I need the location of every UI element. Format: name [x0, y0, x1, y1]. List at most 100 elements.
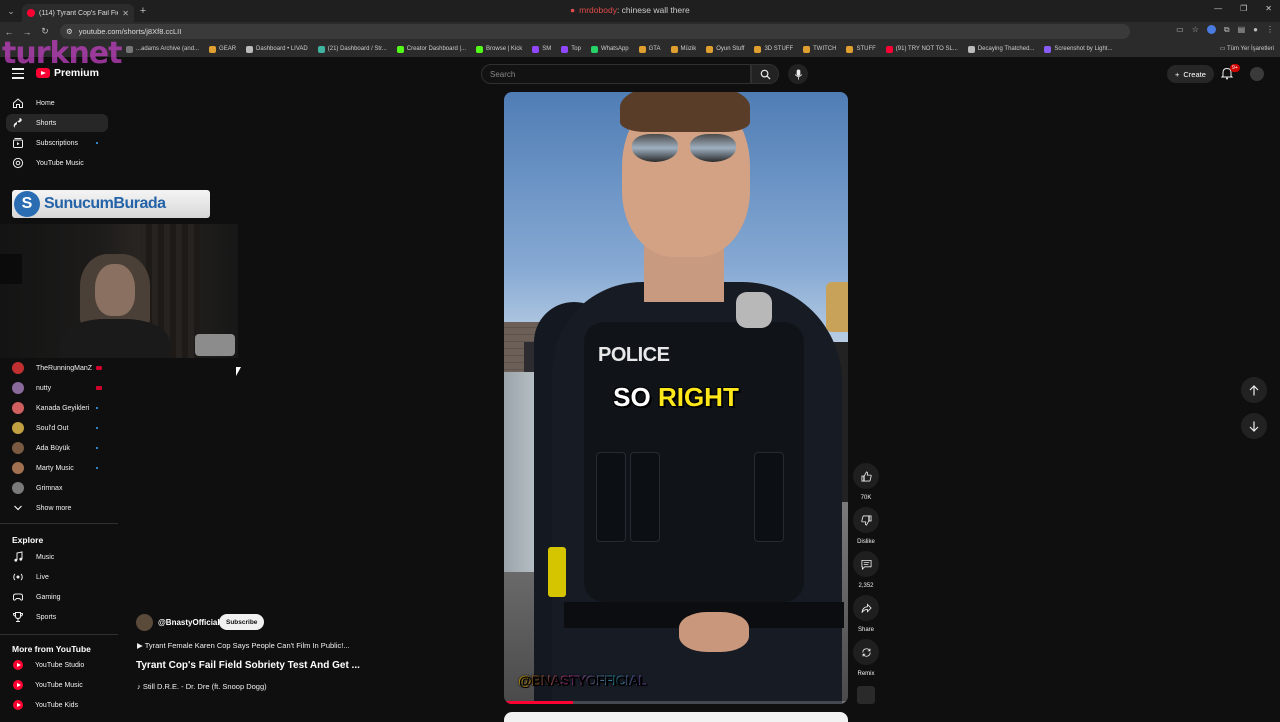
all-bookmarks[interactable]: ▭ Tüm Yer İşaretleri [1220, 45, 1274, 52]
extensions-puzzle-icon[interactable]: ⧉ [1224, 25, 1230, 35]
shorts-video-player[interactable]: POLICE SO RIGHT @BNASTYOFFICIAL [504, 92, 848, 704]
bookmark-favicon-icon [670, 45, 678, 53]
sidebar-item-live[interactable]: Live [6, 568, 108, 586]
related-video-link[interactable]: ▶ Tyrant Female Karen Cop Says People Ca… [137, 641, 350, 650]
dislike-button[interactable]: Dislike [852, 507, 880, 545]
arrow-down-icon [1249, 421, 1259, 432]
bookmark-item[interactable]: TWITCH [803, 45, 836, 53]
next-short-button[interactable] [1241, 413, 1267, 439]
like-button[interactable]: 70K [852, 463, 880, 501]
bookmark-item[interactable]: STUFF [846, 45, 876, 53]
comments-button[interactable]: 2,352 [852, 551, 880, 589]
minimize-icon[interactable]: — [1214, 4, 1222, 13]
bookmark-favicon-icon [126, 45, 133, 53]
thumbs-up-icon [861, 471, 872, 481]
youtube-favicon-icon [27, 9, 35, 17]
sidebar-item-home[interactable]: Home [6, 94, 108, 112]
back-icon[interactable]: ← [0, 27, 18, 37]
bookmark-item[interactable]: Browse | Kick [476, 45, 522, 53]
share-button[interactable]: Share [852, 595, 880, 633]
play-icon: ▶ [137, 641, 145, 650]
sidebar-item-youtube-music[interactable]: YouTube Music [6, 154, 108, 172]
subscribe-button[interactable]: Subscribe [219, 614, 265, 630]
account-avatar[interactable] [1250, 67, 1264, 81]
sidebar-item-gaming[interactable]: Gaming [6, 588, 108, 606]
bookmark-item[interactable]: GEAR [209, 45, 236, 53]
forward-icon[interactable]: → [18, 27, 36, 37]
url-field[interactable]: ⚙ youtube.com/shorts/j8Xf8.ccLII [60, 24, 1130, 39]
extension-icon[interactable] [1206, 25, 1216, 34]
video-pouch [630, 452, 660, 542]
subscription-channel[interactable]: nutty [6, 379, 108, 397]
sidebar-divider [0, 523, 118, 524]
create-button[interactable]: + Create [1167, 65, 1214, 83]
browser-toolbar-icons: ▭ ☆ ⧉ ▤ ● ⋮ [1176, 25, 1274, 35]
bookmark-item[interactable]: Dashboard • LIVAD [246, 45, 308, 53]
subscription-channel[interactable]: TheRunningManZ [6, 359, 108, 377]
search-input[interactable]: Search [481, 64, 751, 84]
video-progress-bar[interactable] [504, 701, 848, 704]
bookmark-item[interactable]: Creator Dashboard |... [396, 45, 466, 53]
sidebar-item-music[interactable]: Music [6, 548, 108, 566]
bookmark-item[interactable]: Top [561, 45, 581, 53]
site-info-icon[interactable]: ⚙ [66, 27, 73, 36]
caption-white: SO [613, 382, 651, 412]
subscription-channel[interactable]: Kanada Geyikleri [6, 399, 108, 417]
browser-tab[interactable]: (114) Tyrant Cop's Fail Field... ✕ [22, 4, 134, 22]
maximize-icon[interactable]: ❐ [1240, 4, 1247, 13]
music-icon [12, 157, 24, 169]
bookmark-item[interactable]: (21) Dashboard / Str... [317, 45, 387, 53]
bookmark-item[interactable]: ...adams Archive (and... [126, 45, 199, 53]
sidebar-item-label: nutty [36, 384, 52, 392]
channel-name[interactable]: @BnastyOfficial [158, 618, 220, 627]
bookmark-item[interactable]: GTA [638, 45, 661, 53]
bookmark-star-icon[interactable]: ☆ [1192, 25, 1199, 35]
window-close-icon[interactable]: ✕ [1265, 4, 1272, 13]
home-icon [12, 97, 24, 109]
bookmark-item[interactable]: 3D STUFF [754, 45, 793, 53]
logo-label: Premium [54, 67, 99, 79]
browser-menu-icon[interactable]: ⋮ [1266, 25, 1274, 35]
sound-link[interactable]: ♪ Still D.R.E. - Dr. Dre (ft. Snoop Dogg… [137, 682, 267, 691]
remix-button[interactable]: Remix [852, 639, 880, 677]
sidebar-item-youtube-kids[interactable]: YouTube Kids [6, 696, 108, 714]
profile-icon[interactable]: ● [1253, 25, 1258, 35]
bookmark-item[interactable]: Decaying Thatched... [967, 45, 1034, 53]
previous-short-button[interactable] [1241, 377, 1267, 403]
sidebar-item-shorts[interactable]: Shorts [6, 114, 108, 132]
bookmark-item[interactable]: SM [532, 45, 551, 53]
voice-search-button[interactable] [788, 64, 808, 84]
sidebar-item-sports[interactable]: Sports [6, 608, 108, 626]
subscription-channel[interactable]: Grimnax [6, 479, 108, 497]
search-button[interactable] [751, 64, 779, 84]
show-more-button[interactable]: Show more [6, 499, 108, 517]
bookmark-item[interactable]: Screenshot by Light... [1044, 45, 1112, 53]
folder-icon: ▭ [1219, 46, 1227, 52]
youtube-logo[interactable]: Premium [36, 67, 99, 79]
sidebar-toggle-icon[interactable]: ▤ [1238, 25, 1246, 35]
sidebar-item-youtube-studio[interactable]: YouTube Studio [6, 656, 108, 674]
subscription-channel[interactable]: Ada Büyük [6, 439, 108, 457]
tab-search-icon[interactable]: ⌄ [0, 0, 22, 22]
new-content-dot [96, 447, 98, 449]
banner-logo: S [14, 191, 40, 217]
subscription-channel[interactable]: Soul'd Out [6, 419, 108, 437]
next-short-preview[interactable] [504, 712, 848, 722]
tab-close-icon[interactable]: ✕ [122, 9, 129, 18]
sidebar-item-label: Live [36, 573, 49, 581]
install-icon[interactable]: ▭ [1176, 25, 1184, 35]
new-tab-button[interactable]: + [134, 5, 152, 17]
subscription-channel[interactable]: Marty Music [6, 459, 108, 477]
sound-thumbnail[interactable] [857, 686, 875, 704]
bookmark-item[interactable]: Müzik [670, 45, 696, 53]
video-officer-hair [620, 92, 750, 132]
channel-avatar[interactable] [136, 614, 153, 631]
bookmark-label: Dashboard • LIVAD [256, 46, 308, 52]
sidebar-item-youtube-music[interactable]: YouTube Music [6, 676, 108, 694]
bookmark-item[interactable]: (91) TRY NOT TO SL... [885, 45, 958, 53]
sidebar-item-subscriptions[interactable]: Subscriptions [6, 134, 108, 152]
menu-icon[interactable] [12, 68, 24, 80]
bookmark-item[interactable]: Oyun Stuff [706, 45, 744, 53]
bookmark-item[interactable]: WhatsApp [590, 45, 629, 53]
video-title[interactable]: Tyrant Cop's Fail Field Sobriety Test An… [136, 660, 360, 671]
